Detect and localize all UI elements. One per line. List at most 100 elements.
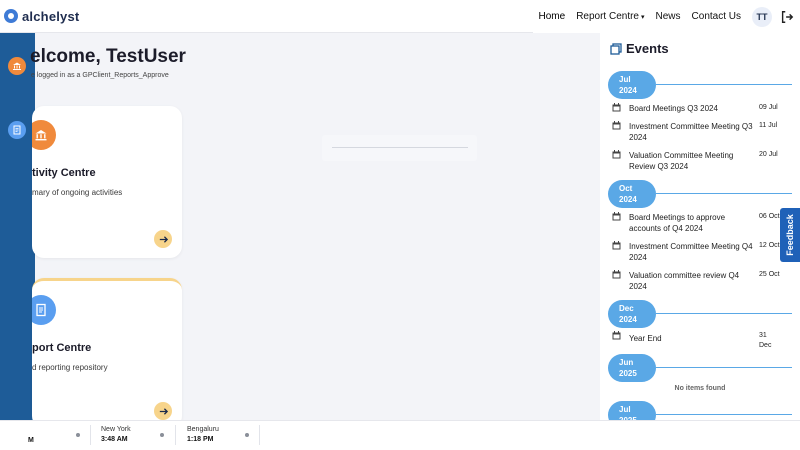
clock-item: Bengaluru 1:18 PM xyxy=(187,426,219,443)
card-go-button[interactable] xyxy=(154,230,172,248)
bank-icon xyxy=(35,130,47,141)
user-avatar[interactable]: TT xyxy=(752,6,772,27)
placeholder-line xyxy=(332,147,468,148)
arrow-right-icon xyxy=(159,407,168,415)
world-clock-bar: M New York 3:48 AM Bengaluru 1:18 PM xyxy=(0,420,800,450)
timeline-line xyxy=(656,313,792,314)
feedback-button[interactable]: Feedback xyxy=(780,208,800,262)
month-label: Jul xyxy=(619,405,631,414)
activity-centre-card[interactable]: tivity Centre mary of ongoing activities xyxy=(32,106,182,258)
event-name: Investment Committee Meeting Q4 2024 xyxy=(629,242,753,262)
login-subtitle: e logged in as a GPClient_Reports_Approv… xyxy=(31,72,169,79)
event-name: Valuation Committee Meeting Review Q3 20… xyxy=(629,151,734,171)
event-date: 09 Jul xyxy=(759,104,778,111)
event-date: 31 Dec xyxy=(759,331,771,351)
clock-dot xyxy=(160,433,164,437)
event-date-month: Dec xyxy=(759,342,772,349)
month-badge-jul-2025: Jul 2025 xyxy=(608,401,656,420)
year-label: 2025 xyxy=(619,369,637,378)
clock-dot xyxy=(245,433,249,437)
chevron-down-icon: ▾ xyxy=(641,13,645,21)
clock-divider xyxy=(90,425,91,445)
card-title: port Centre xyxy=(32,342,92,354)
card-icon-badge xyxy=(32,295,56,325)
clock-time: 3:48 AM xyxy=(101,436,128,443)
main-nav: Home Report Centre ▾ News Contact Us TT xyxy=(532,0,800,33)
month-label: Oct xyxy=(619,184,633,193)
event-name: Year End xyxy=(629,334,662,343)
event-date: 25 Oct xyxy=(759,271,780,278)
month-label: Jul xyxy=(619,75,631,84)
bank-icon xyxy=(13,62,21,70)
logo-mark-icon xyxy=(4,9,18,23)
card-description: mary of ongoing activities xyxy=(32,188,123,197)
events-header: Events xyxy=(610,41,669,56)
report-centre-card[interactable]: port Centre d reporting repository xyxy=(32,278,182,428)
clock-item: New York 3:48 AM xyxy=(101,426,131,443)
event-name: Board Meetings Q3 2024 xyxy=(629,104,718,113)
clock-item: M xyxy=(28,426,34,444)
logout-icon[interactable] xyxy=(780,10,794,24)
event-date-day: 31 xyxy=(759,332,767,339)
sidebar xyxy=(0,33,35,450)
feedback-label: Feedback xyxy=(785,214,795,256)
calendar-icon xyxy=(612,270,621,279)
clock-city: New York xyxy=(101,426,131,433)
event-date: 12 Oct xyxy=(759,242,780,249)
clock-divider xyxy=(175,425,176,445)
month-badge-dec-2024: Dec 2024 xyxy=(608,300,656,328)
calendar-icon xyxy=(612,331,621,340)
month-badge-oct-2024: Oct 2024 xyxy=(608,180,656,208)
event-name: Investment Committee Meeting Q3 2024 xyxy=(629,122,753,142)
calendar-icon xyxy=(612,212,621,221)
loading-placeholder xyxy=(322,135,477,161)
logo-text: alchelyst xyxy=(22,8,80,24)
card-go-button[interactable] xyxy=(154,402,172,420)
nav-home[interactable]: Home xyxy=(539,11,566,22)
timeline-line xyxy=(656,193,792,194)
year-label: 2024 xyxy=(619,86,637,95)
calendar-icon xyxy=(612,121,621,130)
event-name: Board Meetings to approve accounts of Q4… xyxy=(629,213,726,233)
card-title: tivity Centre xyxy=(32,167,96,179)
event-date: 11 Jul xyxy=(759,122,778,129)
nav-report-centre[interactable]: Report Centre ▾ xyxy=(576,11,644,22)
sidebar-report-centre[interactable] xyxy=(8,121,26,139)
event-date: 20 Jul xyxy=(759,151,778,158)
timeline-line xyxy=(656,367,792,368)
calendar-icon xyxy=(612,103,621,112)
card-description: d reporting repository xyxy=(32,363,108,372)
calendar-icon xyxy=(612,150,621,159)
nav-report-centre-label: Report Centre xyxy=(576,11,639,22)
document-icon xyxy=(36,303,46,317)
document-icon xyxy=(13,125,21,135)
events-title: Events xyxy=(626,41,669,56)
clock-time: M xyxy=(28,437,34,444)
event-name: Valuation committee review Q4 2024 xyxy=(629,271,740,291)
month-badge-jul-2024: Jul 2024 xyxy=(608,71,656,99)
year-label: 2024 xyxy=(619,315,637,324)
app-logo[interactable]: alchelyst xyxy=(4,9,79,24)
event-date: 06 Oct xyxy=(759,213,780,220)
year-label: 2024 xyxy=(619,195,637,204)
page-title: elcome, TestUser xyxy=(30,46,186,67)
sidebar-activity-centre[interactable] xyxy=(8,57,26,75)
clock-dot xyxy=(76,433,80,437)
top-navbar: alchelyst Home Report Centre ▾ News Cont… xyxy=(0,0,800,33)
month-label: Dec xyxy=(619,304,634,313)
month-label: Jun xyxy=(619,358,634,367)
clock-city: Bengaluru xyxy=(187,426,219,433)
calendar-icon xyxy=(612,241,621,250)
calendar-stack-icon xyxy=(610,42,622,55)
no-items-message: No items found xyxy=(674,385,726,392)
clock-divider xyxy=(259,425,260,445)
nav-contact-us[interactable]: Contact Us xyxy=(692,11,741,22)
card-icon-badge xyxy=(32,120,56,150)
nav-news[interactable]: News xyxy=(656,11,681,22)
timeline-line xyxy=(656,414,792,415)
events-panel: Events Jul 2024 Board Meetings Q3 2024 0… xyxy=(600,33,800,420)
arrow-right-icon xyxy=(159,235,168,243)
clock-time: 1:18 PM xyxy=(187,436,214,443)
timeline-line xyxy=(656,84,792,85)
month-badge-jun-2025: Jun 2025 xyxy=(608,354,656,382)
